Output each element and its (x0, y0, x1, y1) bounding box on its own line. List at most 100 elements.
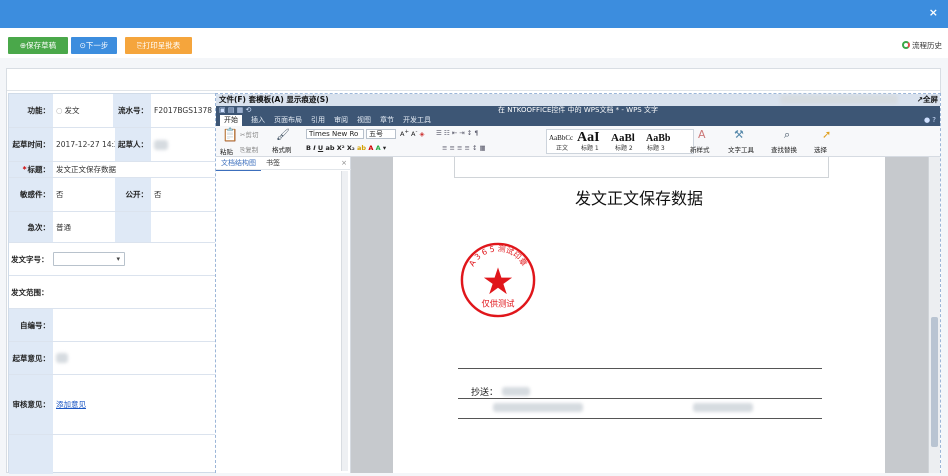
seal-top-text: A 3 6 5 测试印章 (467, 244, 529, 268)
next-step-button[interactable]: ⊙下一步 (71, 37, 117, 54)
urgency-blank (115, 212, 151, 242)
document-title: 发文正文保存数据 (574, 189, 703, 208)
form-row-empty (9, 435, 216, 474)
nav-scrollbar[interactable] (341, 171, 348, 471)
document-page[interactable]: 发文正文保存数据 A 3 6 5 测试印章 仅供测试 抄送： (393, 157, 885, 473)
cursor-icon[interactable]: ➚ (822, 128, 831, 141)
public-label: 公开： (115, 178, 151, 211)
tab-view[interactable]: 视图 (357, 115, 371, 126)
document-scrollbar[interactable] (928, 157, 940, 473)
binoculars-icon[interactable]: ⌕ (784, 128, 790, 142)
tab-developer[interactable]: 开发工具 (403, 115, 431, 126)
copy-label: 复制 (245, 146, 259, 154)
paste-icon[interactable]: 📋 (222, 128, 238, 143)
close-icon[interactable]: × (341, 157, 347, 170)
sensitive-label: 敏感件： (9, 178, 53, 211)
chevron-down-icon: ▾ (116, 255, 120, 263)
window-titlebar: × (0, 0, 948, 28)
tab-review[interactable]: 审阅 (334, 115, 348, 126)
function-radio-icon[interactable]: ○ (56, 106, 63, 115)
close-icon[interactable]: × (929, 7, 938, 19)
new-style-icon[interactable]: A (698, 128, 706, 141)
tab-chapter[interactable]: 章节 (380, 115, 394, 126)
wps-menubar: 文件(F) 套模板(A) 显示痕迹(S) ↗全屏 (216, 94, 940, 106)
form-row-title: * 标题： 发文正文保存数据 (9, 162, 216, 178)
seal-bottom-text: 仅供测试 (481, 298, 514, 308)
brush-icon[interactable]: 🖌 (276, 128, 290, 141)
font-format-buttons[interactable]: B I U ab X² X₂ ab A A ▾ (306, 144, 386, 152)
cut-button[interactable]: ✂剪切 (240, 129, 258, 139)
cc-label: 抄送： (471, 388, 499, 398)
draft-opinion-blurred (56, 353, 68, 363)
review-opinion-value: 添加意见 (53, 375, 133, 434)
wps-ribbon-tabs: 开始 插入 页面布局 引用 审阅 视图 章节 开发工具 ● ? (216, 115, 940, 126)
form-row-start-time: 起草时间： 2017-12-27 14:22 起草人： (9, 128, 216, 162)
form-row-draft-opinion: 起草意见： (9, 342, 216, 375)
list-buttons[interactable]: ☰ ☷ ⇤ ⇥ ↕ ¶ (436, 129, 478, 137)
footer-blurred (493, 403, 583, 414)
text-tools-button[interactable]: 文字工具 (728, 144, 754, 154)
title-label-text: 标题： (27, 165, 51, 174)
wps-titlebar: ▣ ▤ ▦ ⟲ 在 NTKOOFFICE控件 中的 WPS文档 * - WPS … (216, 106, 940, 115)
copy-button[interactable]: ⎘复制 (240, 144, 258, 155)
function-value-text: 发文 (64, 106, 80, 115)
title-label: * 标题： (9, 162, 53, 177)
form-row-function: 功能： ○ 发文 流水号： F2017BGS1378 (9, 94, 216, 128)
review-opinion-label: 审核意见： (9, 375, 53, 434)
add-opinion-link[interactable]: 添加意见 (56, 399, 86, 410)
tab-layout[interactable]: 页面布局 (274, 115, 302, 126)
tab-start[interactable]: 开始 (220, 115, 242, 126)
draft-opinion-label: 起草意见： (9, 342, 53, 374)
save-draft-button[interactable]: ⊕保存草稿 (8, 37, 68, 54)
wps-editor: 文件(F) 套模板(A) 显示痕迹(S) ↗全屏 ▣ ▤ ▦ ⟲ 在 NTKOO… (215, 93, 941, 473)
process-history-link[interactable]: 流程历史 (902, 40, 942, 51)
doc-number-select[interactable]: ▾ (53, 252, 125, 266)
quick-access-icons[interactable]: ▣ ▤ ▦ ⟲ (219, 106, 251, 115)
drafter-value (151, 128, 216, 161)
font-grow-shrink[interactable]: A+ A- ◈ (400, 129, 425, 138)
sensitive-value[interactable]: 否 (53, 178, 115, 211)
paste-button[interactable]: 粘贴 (220, 146, 233, 156)
cc-line: 抄送： (471, 385, 531, 398)
tab-insert[interactable]: 插入 (251, 115, 265, 126)
tab-doc-structure[interactable]: 文档结构图 (216, 157, 261, 171)
public-value[interactable]: 否 (151, 178, 216, 211)
footer-blurred-right-block (693, 403, 753, 412)
font-select[interactable]: Times New Ro (306, 129, 364, 139)
print-approval-button[interactable]: ⎘打印呈批表 (125, 37, 192, 54)
cut-label: 剪切 (245, 131, 259, 139)
select-button[interactable]: 选择 (814, 144, 827, 154)
tab-references[interactable]: 引用 (311, 115, 325, 126)
menubar-blurred (780, 95, 898, 104)
title-value[interactable]: 发文正文保存数据 (53, 162, 216, 177)
format-painter-button[interactable]: 格式刷 (272, 144, 292, 154)
style-h1-label: 标题 1 (581, 145, 599, 152)
find-replace-button[interactable]: 查找替换 (771, 144, 797, 154)
form-row-doc-number: 发文字号： ▾ (9, 243, 216, 276)
align-buttons[interactable]: ≡ ≡ ≡ ≡ ↕ ▦ (442, 144, 486, 152)
draft-opinion-value (53, 342, 113, 374)
info-strip (7, 69, 940, 91)
drafter-label: 起草人： (115, 128, 151, 161)
text-tools-icon[interactable]: ⚒ (734, 128, 744, 141)
new-style-button[interactable]: 新样式 (690, 144, 710, 154)
style-normal-label: 正文 (556, 145, 569, 152)
help-icon[interactable]: ● ? (924, 115, 936, 126)
doc-form: 功能： ○ 发文 流水号： F2017BGS1378 起草时间： 2017-12-… (8, 93, 216, 474)
footer-blurred-right (693, 403, 753, 414)
urgency-value[interactable]: 普通 (53, 212, 115, 242)
top-toolbar: ⊕保存草稿 ⊙下一步 ⎘打印呈批表 流程历史 (0, 28, 948, 58)
doc-scope-label: 发文范围： (9, 276, 53, 308)
form-row-sensitive: 敏感件： 否 公开： 否 (9, 178, 216, 212)
style-gallery[interactable]: AaBbCc 正文 AaI 标题 1 AaBl 标题 2 AaBb 标题 3 (546, 129, 694, 154)
wps-menu[interactable]: 文件(F) 套模板(A) 显示痕迹(S) (219, 95, 329, 104)
navigation-pane: 文档结构图 书签 × (216, 157, 351, 473)
document-scroll-thumb[interactable] (931, 317, 938, 447)
serial-label: 流水号： (113, 94, 151, 127)
footer-blurred-left (493, 403, 583, 412)
tab-bookmarks[interactable]: 书签 (261, 157, 285, 170)
font-size-select[interactable]: 五号 (366, 129, 396, 139)
wps-ribbon: 📋 粘贴 ✂剪切 ⎘复制 🖌 格式刷 Times New Ro 五号 A+ A-… (216, 126, 940, 157)
start-time-value: 2017-12-27 14:22 (56, 140, 115, 149)
fullscreen-button[interactable]: ↗全屏 (917, 94, 938, 106)
